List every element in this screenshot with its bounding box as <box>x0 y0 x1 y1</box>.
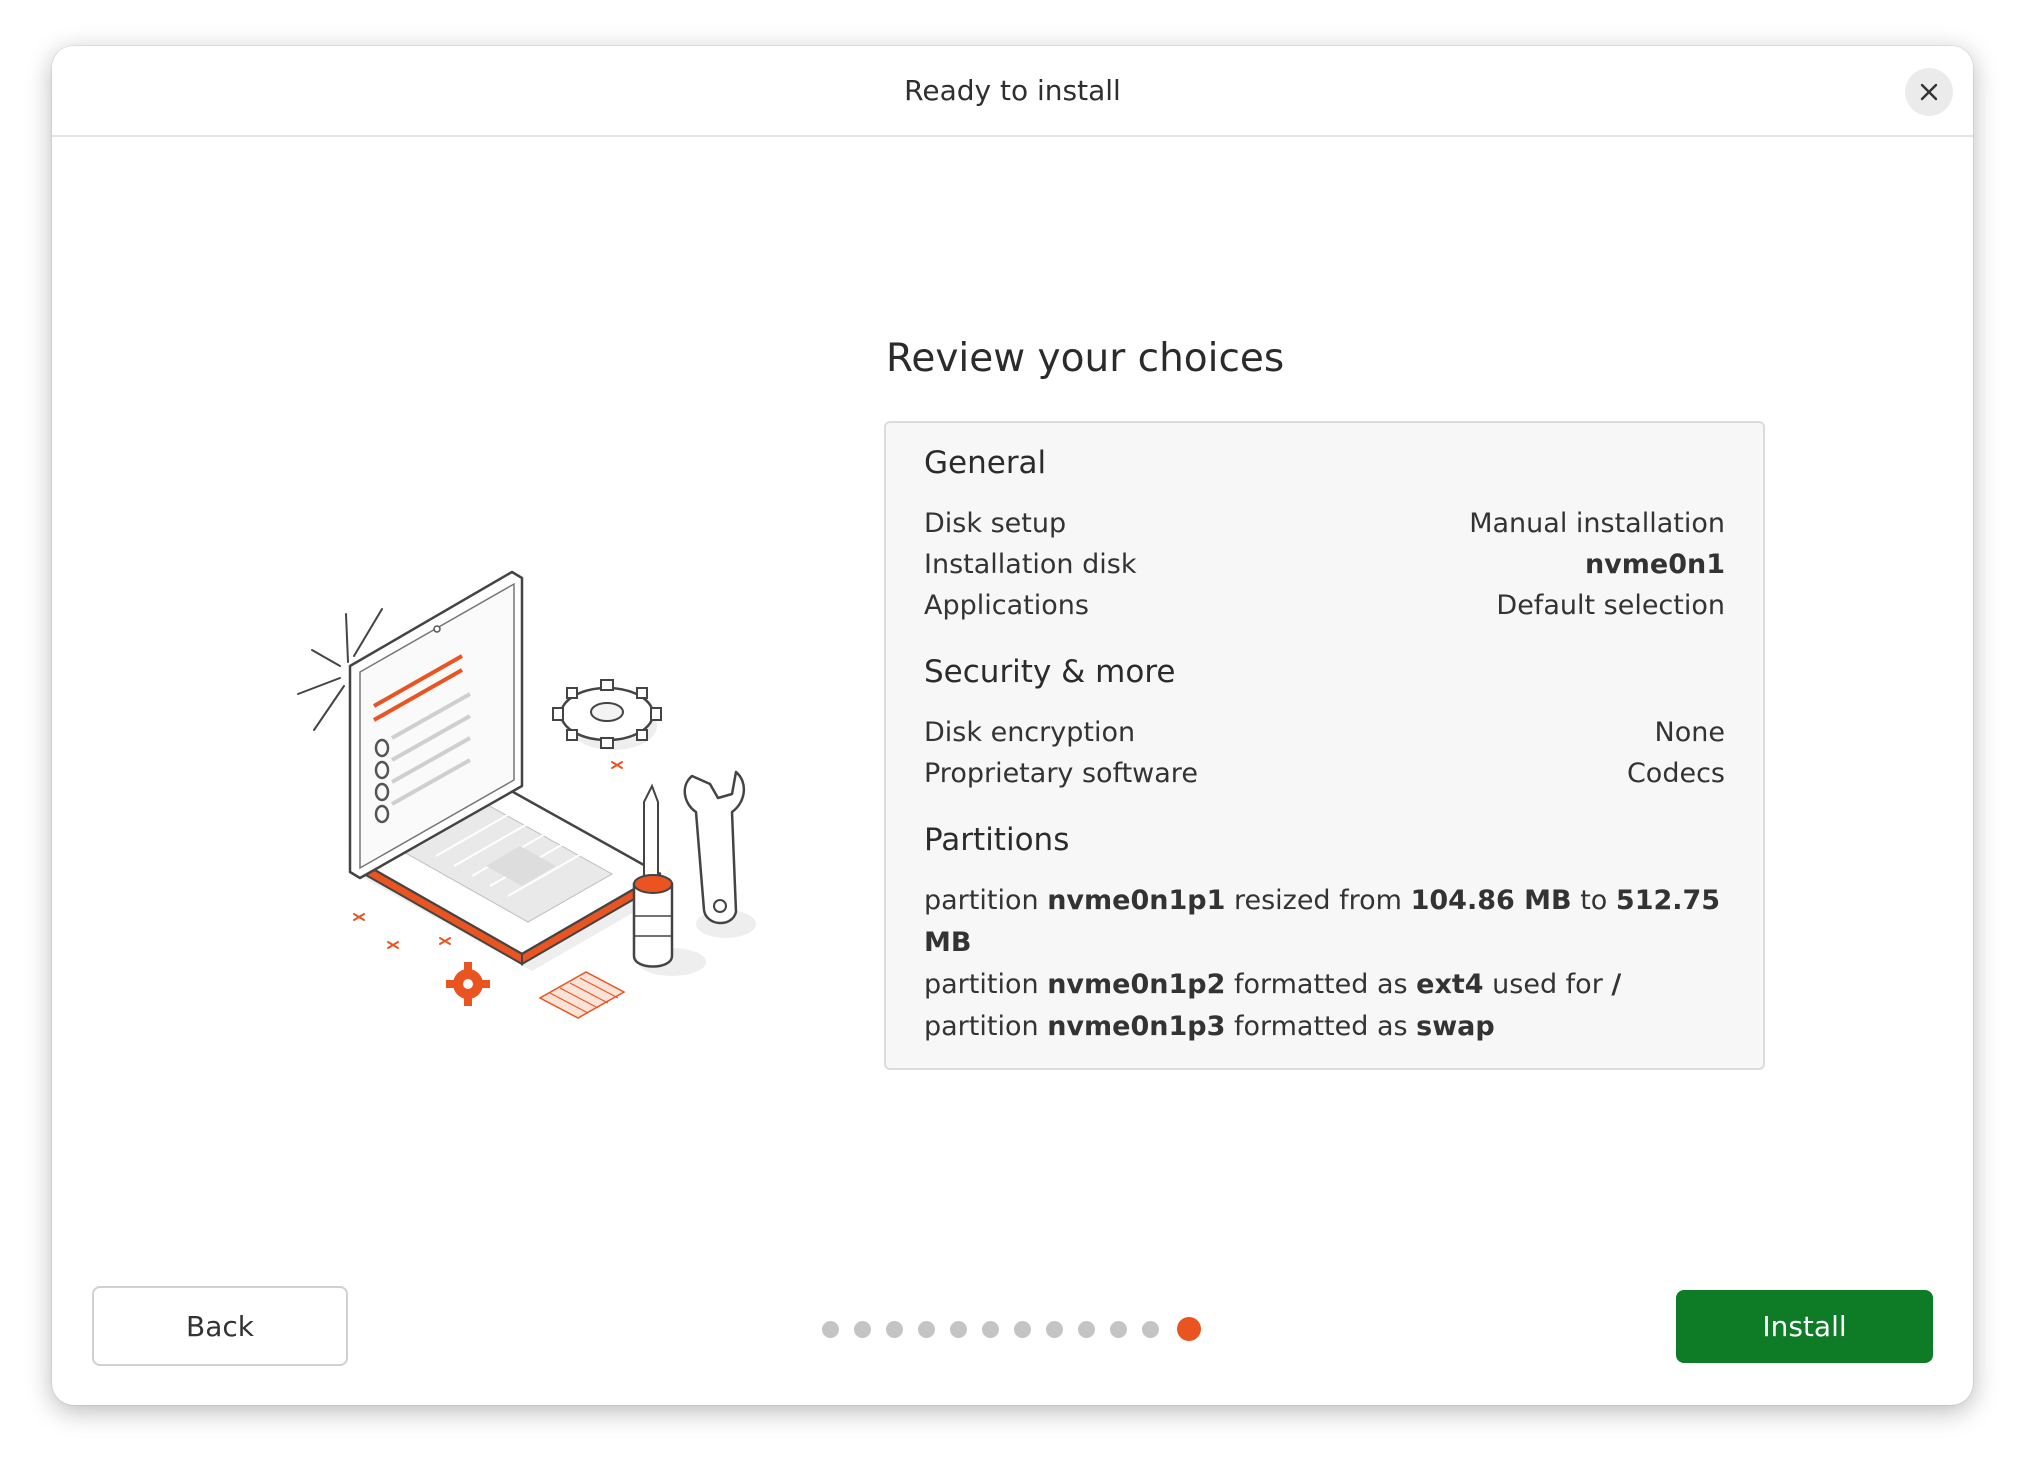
row-label: Disk encryption <box>924 717 1136 748</box>
step-dot <box>1142 1320 1159 1338</box>
row-label: Applications <box>924 590 1089 621</box>
section-title-general: General <box>924 445 1047 481</box>
partitions-section: Partitions partition nvme0n1p1 resized f… <box>924 822 1725 1048</box>
partition-text: to <box>1571 885 1616 916</box>
row-label: Installation disk <box>924 549 1137 580</box>
hatched-tile-graphic <box>538 971 626 1019</box>
partition-text: used for <box>1483 969 1612 1000</box>
summary-row: Disk encryption None <box>924 712 1725 753</box>
partition-text: partition <box>924 1011 1048 1042</box>
step-dot <box>950 1320 967 1338</box>
gear-graphic <box>552 679 662 750</box>
title-bar: Ready to install <box>52 46 1973 137</box>
partition-line: partition nvme0n1p2 formatted as ext4 us… <box>924 964 1725 1006</box>
window-title: Ready to install <box>904 74 1121 107</box>
section-title-security: Security & more <box>924 654 1176 690</box>
row-value: None <box>1654 717 1725 748</box>
page-title: Review your choices <box>886 336 1285 381</box>
security-section: Security & more Disk encryption None Pro… <box>924 654 1725 794</box>
step-dot-active <box>1177 1317 1201 1341</box>
summary-row: Proprietary software Codecs <box>924 753 1725 794</box>
partition-text: partition <box>924 969 1048 1000</box>
row-value: nvme0n1 <box>1584 549 1725 580</box>
back-button[interactable]: Back <box>92 1286 348 1366</box>
step-dot <box>1110 1320 1127 1338</box>
row-label: Disk setup <box>924 508 1067 539</box>
partition-text: formatted as <box>1225 1011 1417 1042</box>
laptop-tools-illustration <box>297 570 756 1019</box>
wrench-graphic <box>683 770 756 938</box>
step-dot <box>1078 1320 1095 1338</box>
summary-row: Disk setup Manual installation <box>924 503 1725 544</box>
summary-card: General Disk setup Manual installation I… <box>884 421 1765 1070</box>
installer-window: Ready to install Review your choices Gen… <box>52 46 1973 1405</box>
partition-text: partition <box>924 885 1048 916</box>
partition-name: nvme0n1p2 <box>1047 969 1226 1000</box>
small-gear-graphic <box>446 962 490 1006</box>
summary-row: Applications Default selection <box>924 585 1725 626</box>
step-dot <box>1014 1320 1031 1338</box>
partition-text: resized from <box>1225 885 1411 916</box>
close-icon <box>1920 83 1938 101</box>
partition-name: nvme0n1p3 <box>1047 1011 1226 1042</box>
partition-line: partition nvme0n1p1 resized from 104.86 … <box>924 880 1725 964</box>
partition-name: nvme0n1p1 <box>1047 885 1226 916</box>
partition-line: partition nvme0n1p3 formatted as swap <box>924 1006 1725 1048</box>
step-dot <box>982 1320 999 1338</box>
install-button[interactable]: Install <box>1676 1290 1933 1363</box>
step-dot <box>1046 1320 1063 1338</box>
partition-value: / <box>1611 969 1622 1000</box>
row-value: Codecs <box>1626 758 1725 789</box>
summary-row: Installation disk nvme0n1 <box>924 544 1725 585</box>
review-panel: Review your choices General Disk setup M… <box>884 336 1784 1070</box>
partition-text: formatted as <box>1225 969 1417 1000</box>
partition-value: ext4 <box>1416 969 1484 1000</box>
partition-value: swap <box>1416 1011 1495 1042</box>
step-dot <box>886 1320 903 1338</box>
row-value: Manual installation <box>1469 508 1725 539</box>
step-dot <box>854 1320 871 1338</box>
step-indicator <box>822 1317 1201 1341</box>
partition-value: 104.86 MB <box>1410 885 1572 916</box>
section-title-partitions: Partitions <box>924 822 1070 858</box>
step-dot <box>822 1320 839 1338</box>
general-section: General Disk setup Manual installation I… <box>924 445 1725 626</box>
close-button[interactable] <box>1905 68 1953 116</box>
row-value: Default selection <box>1496 590 1725 621</box>
row-label: Proprietary software <box>924 758 1198 789</box>
step-dot <box>918 1320 935 1338</box>
